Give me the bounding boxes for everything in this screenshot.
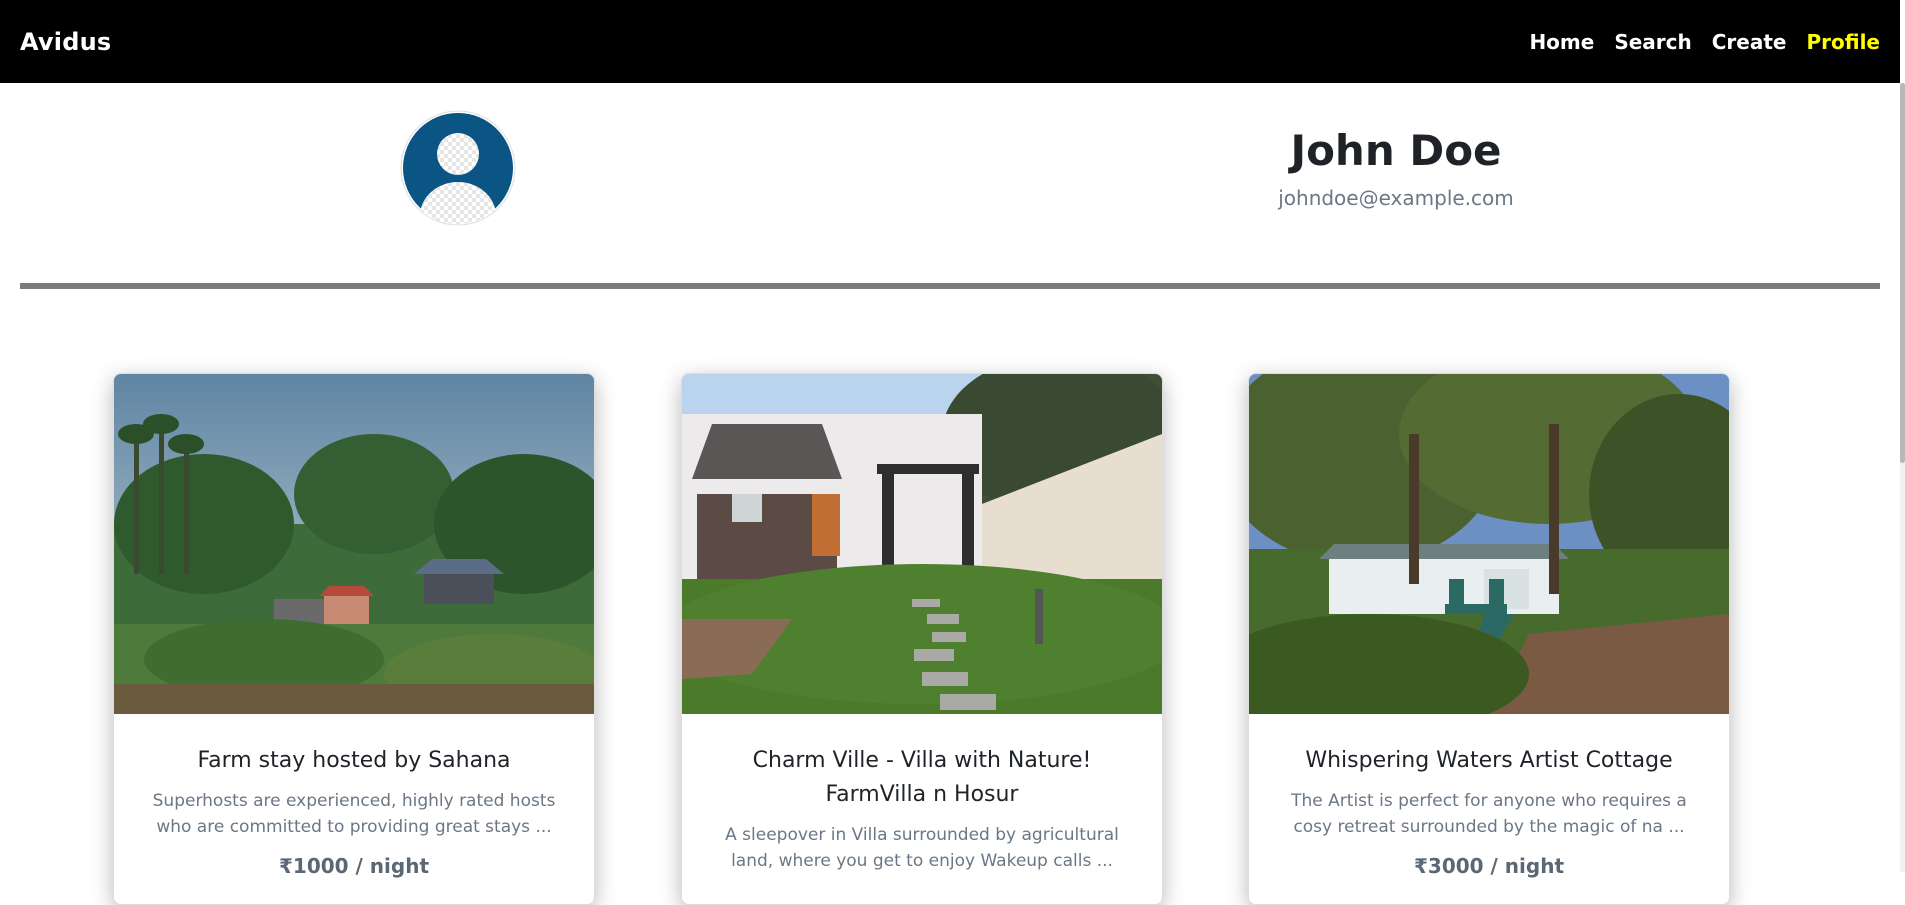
listing-photo-farm-stay[interactable] [114, 374, 594, 714]
listing-card-charm-ville[interactable]: Charm Ville - Villa with Nature! FarmVil… [681, 373, 1163, 905]
listing-description: Superhosts are experienced, highly rated… [152, 791, 556, 837]
listing-price: ₹1000 / night [278, 854, 430, 878]
nav-search-link[interactable]: Search [1614, 30, 1691, 54]
listing-title[interactable]: Whispering Waters Artist Cottage [1275, 744, 1703, 778]
brand-logo[interactable]: Avidus [20, 28, 111, 56]
profile-name: John Doe [1290, 126, 1502, 175]
listing-description: A sleepover in Villa surrounded by agric… [725, 825, 1119, 871]
page-scrollbar[interactable] [1900, 83, 1905, 872]
profile-email: johndoe@example.com [1278, 186, 1514, 210]
listing-card-body: Whispering Waters Artist Cottage The Art… [1249, 714, 1729, 878]
scrollbar-thumb[interactable] [1900, 83, 1905, 463]
nav-profile-link[interactable]: Profile [1806, 30, 1880, 54]
listing-title[interactable]: Farm stay hosted by Sahana [140, 744, 568, 778]
listing-photo-whispering-waters[interactable] [1249, 374, 1729, 714]
listing-card-body: Charm Ville - Villa with Nature! FarmVil… [682, 714, 1162, 874]
listing-description: The Artist is perfect for anyone who req… [1291, 791, 1687, 837]
section-divider [20, 283, 1880, 289]
listing-card-body: Farm stay hosted by Sahana Superhosts ar… [114, 714, 594, 878]
listing-title[interactable]: Charm Ville - Villa with Nature! FarmVil… [708, 744, 1136, 812]
listing-card-farm-stay[interactable]: Farm stay hosted by Sahana Superhosts ar… [113, 373, 595, 905]
listing-card-whispering-waters[interactable]: Whispering Waters Artist Cottage The Art… [1248, 373, 1730, 905]
listing-photo-charm-ville[interactable] [682, 374, 1162, 714]
nav-home-link[interactable]: Home [1529, 30, 1594, 54]
nav-links: Home Search Create Profile [1529, 30, 1880, 54]
user-avatar-icon [400, 110, 516, 226]
nav-create-link[interactable]: Create [1712, 30, 1787, 54]
listing-price: ₹3000 / night [1413, 854, 1565, 878]
top-navbar: Avidus Home Search Create Profile [0, 0, 1900, 83]
